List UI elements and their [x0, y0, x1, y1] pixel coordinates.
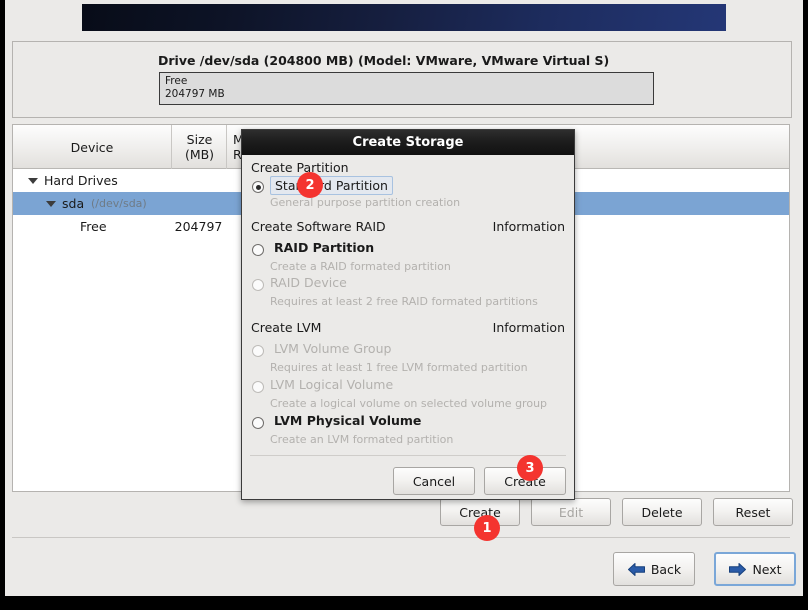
partition-action-buttons: Create Edit Delete Reset: [12, 498, 793, 528]
back-button-label: Back: [650, 561, 682, 577]
drive-summary-panel: Drive /dev/sda (204800 MB) (Model: VMwar…: [12, 41, 792, 118]
product-banner: [82, 4, 726, 31]
wizard-navigation: Back Next: [12, 548, 796, 590]
option-label-lvm-physical-volume[interactable]: LVM Physical Volume: [274, 413, 421, 428]
row-label: Hard Drives: [44, 173, 118, 188]
option-label-lvm-volume-group: LVM Volume Group: [274, 341, 392, 356]
option-desc-lvm-physical-volume: Create an LVM formated partition: [270, 433, 454, 446]
row-sublabel: (/dev/sda): [91, 197, 147, 210]
option-label-raid-partition[interactable]: RAID Partition: [274, 240, 374, 255]
column-header-size-line2: (MB): [184, 147, 215, 162]
row-label: Free: [80, 219, 107, 234]
back-button[interactable]: Back: [613, 552, 695, 586]
radio-lvm-logical-volume: [252, 381, 264, 393]
next-button-label: Next: [752, 561, 782, 577]
drive-segment-label: Free: [165, 75, 188, 87]
arrow-left-icon: [627, 562, 646, 577]
group-heading-create-lvm: Create LVM: [251, 320, 322, 335]
create-storage-dialog: Create Storage Create Partition Standard…: [241, 129, 575, 500]
option-desc-standard-partition: General purpose partition creation: [270, 196, 461, 209]
option-desc-lvm-volume-group: Requires at least 1 free LVM formated pa…: [270, 361, 528, 374]
reset-button[interactable]: Reset: [713, 498, 793, 526]
option-label-standard-partition[interactable]: Standard Partition: [270, 176, 393, 195]
information-link-lvm[interactable]: Information: [493, 320, 565, 335]
annotation-marker-1: 1: [474, 515, 500, 541]
radio-raid-partition[interactable]: [252, 244, 264, 256]
option-label-raid-device: RAID Device: [270, 275, 347, 290]
annotation-marker-2: 2: [297, 172, 323, 198]
radio-raid-device: [252, 279, 264, 291]
group-heading-create-partition: Create Partition: [251, 160, 349, 175]
option-desc-raid-device: Requires at least 2 free RAID formated p…: [270, 295, 538, 308]
dialog-title: Create Storage: [242, 130, 574, 155]
column-header-size[interactable]: Size (MB): [171, 125, 227, 169]
row-size: 204797: [174, 219, 223, 234]
arrow-right-icon: [728, 562, 747, 577]
next-button[interactable]: Next: [714, 552, 796, 586]
footer-divider: [12, 537, 790, 538]
expander-arrow-icon[interactable]: [28, 178, 38, 184]
radio-lvm-volume-group: [252, 345, 264, 357]
option-desc-lvm-logical-volume: Create a logical volume on selected volu…: [270, 397, 548, 410]
screen: Drive /dev/sda (204800 MB) (Model: VMwar…: [0, 0, 808, 610]
edit-button: Edit: [531, 498, 611, 526]
expander-arrow-icon[interactable]: [46, 201, 56, 207]
row-label: sda: [62, 196, 85, 211]
column-header-size-line1: Size: [186, 132, 213, 147]
radio-lvm-physical-volume[interactable]: [252, 417, 264, 429]
option-label-lvm-logical-volume: LVM Logical Volume: [270, 377, 394, 392]
group-heading-software-raid: Create Software RAID: [251, 219, 386, 234]
option-desc-raid-partition: Create a RAID formated partition: [270, 260, 451, 273]
delete-button[interactable]: Delete: [622, 498, 702, 526]
column-header-device[interactable]: Device: [13, 125, 171, 169]
annotation-marker-3: 3: [517, 455, 543, 481]
drive-segment-size: 204797 MB: [165, 88, 225, 100]
information-link-raid[interactable]: Information: [493, 219, 565, 234]
dialog-cancel-button[interactable]: Cancel: [393, 467, 475, 495]
installer-window: Drive /dev/sda (204800 MB) (Model: VMwar…: [5, 0, 803, 596]
dialog-divider: [250, 455, 566, 456]
drive-usage-bar[interactable]: Free 204797 MB: [159, 72, 654, 105]
dialog-body: Create Partition Standard Partition Gene…: [242, 155, 574, 499]
drive-title: Drive /dev/sda (204800 MB) (Model: VMwar…: [158, 53, 610, 68]
radio-standard-partition[interactable]: [252, 181, 264, 193]
